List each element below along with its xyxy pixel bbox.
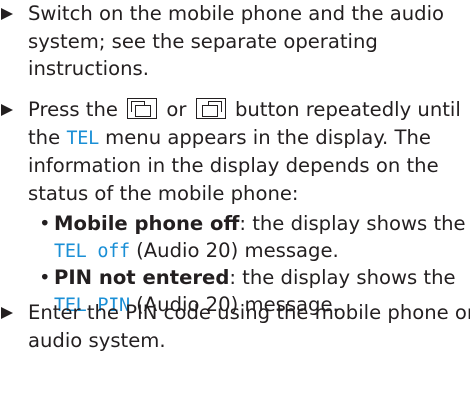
bullet-item-phone-off: • Mobile phone off: the display shows th… xyxy=(36,210,470,266)
bullet-heading: PIN not entered xyxy=(54,265,230,289)
instruction-page: Switch on the mobile phone and the audio… xyxy=(0,0,470,405)
display-text-tel-off: TEL off xyxy=(54,241,130,263)
bullet-icon: • xyxy=(39,265,51,289)
page-forward-key-icon xyxy=(195,98,226,119)
step-arrow-icon xyxy=(1,8,13,20)
bullet-heading: Mobile phone off xyxy=(54,211,240,235)
step-text: Enter the PIN code using the mobile phon… xyxy=(28,301,470,352)
or-text: or xyxy=(166,98,187,121)
bullet-icon: • xyxy=(39,211,51,235)
display-text-tel: TEL xyxy=(66,127,99,149)
instruction-step-enter-pin: Enter the PIN code using the mobile phon… xyxy=(0,299,470,354)
step-arrow-icon xyxy=(1,104,13,116)
instruction-step-switch-on: Switch on the mobile phone and the audio… xyxy=(0,0,470,83)
step-arrow-icon xyxy=(1,307,13,319)
bullet-text: : the display shows the xyxy=(239,211,466,235)
bullet-text: (Audio 20) message. xyxy=(136,239,339,263)
step-text: Press the xyxy=(28,98,118,121)
page-back-key-icon xyxy=(127,98,158,119)
bullet-text: : the display shows the xyxy=(229,265,456,289)
step-text: Switch on the mobile phone and the audio… xyxy=(28,2,445,81)
instruction-step-press-button: Press the or button repeatedly until the… xyxy=(0,96,470,207)
